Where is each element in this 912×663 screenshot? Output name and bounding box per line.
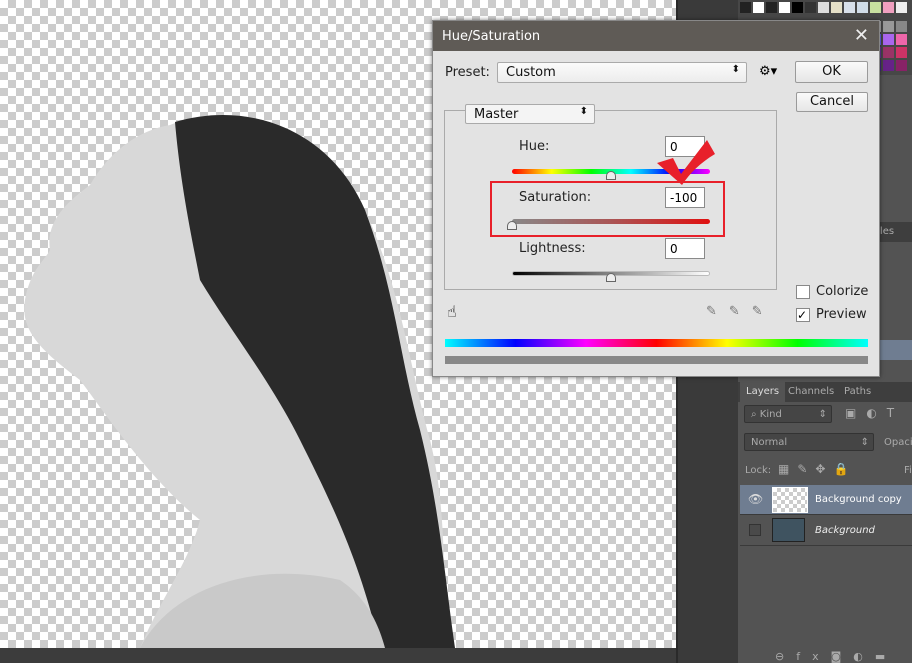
color-swatch[interactable] xyxy=(805,2,816,13)
close-icon[interactable]: ✕ xyxy=(854,25,869,46)
color-swatch[interactable] xyxy=(896,34,907,45)
dialog-titlebar[interactable]: Hue/Saturation ✕ xyxy=(433,21,879,51)
eye-icon[interactable]: 👁 xyxy=(748,492,763,506)
filter-kind-select[interactable]: ⌕ Kind ⇕ xyxy=(744,405,832,423)
color-swatch[interactable] xyxy=(883,2,894,13)
layer-thumbnail xyxy=(772,487,808,513)
color-swatch[interactable] xyxy=(792,2,803,13)
color-swatch[interactable] xyxy=(883,34,894,45)
lightness-slider-thumb[interactable] xyxy=(606,273,616,282)
preview-label: Preview xyxy=(816,307,867,322)
blend-mode-label: Normal xyxy=(751,437,788,448)
color-swatch[interactable] xyxy=(831,2,842,13)
layer-thumbnail xyxy=(772,518,805,542)
output-color-bar xyxy=(445,356,868,364)
lock-icons[interactable]: ▦✎✥🔒 xyxy=(778,462,856,476)
color-swatch[interactable] xyxy=(818,2,829,13)
saturation-slider[interactable] xyxy=(512,219,710,224)
fill-label: Fi xyxy=(904,465,912,476)
channel-value: Master xyxy=(474,107,519,122)
color-swatch[interactable] xyxy=(844,2,855,13)
lightness-label: Lightness: xyxy=(519,241,586,256)
tab-layers[interactable]: Layers xyxy=(740,382,786,402)
tab-paths[interactable]: Paths xyxy=(838,382,877,402)
tab-channels[interactable]: Channels xyxy=(782,382,840,402)
preview-checkbox[interactable]: ✓ xyxy=(796,308,810,322)
color-swatch[interactable] xyxy=(896,2,907,13)
color-swatch[interactable] xyxy=(740,2,751,13)
layer-footer-icons[interactable]: ⊖fx◙◐▬ xyxy=(775,650,897,663)
gear-icon[interactable]: ⚙▾ xyxy=(759,64,777,79)
layer-name[interactable]: Background copy xyxy=(815,494,902,505)
filter-kind-label: Kind xyxy=(759,409,782,420)
color-swatch[interactable] xyxy=(896,21,907,32)
preset-select[interactable]: Custom ⬍ xyxy=(497,62,747,83)
color-swatch[interactable] xyxy=(896,60,907,71)
saturation-input[interactable]: -100 xyxy=(665,187,705,208)
blend-mode-select[interactable]: Normal ⇕ xyxy=(744,433,874,451)
color-swatch[interactable] xyxy=(779,2,790,13)
hue-label: Hue: xyxy=(519,139,550,154)
dialog-title: Hue/Saturation xyxy=(442,29,541,44)
color-swatch[interactable] xyxy=(883,60,894,71)
status-bar xyxy=(0,648,738,663)
hue-saturation-dialog: Hue/Saturation ✕ Preset: Custom ⬍ ⚙▾ OK Ca… xyxy=(432,20,880,377)
opacity-label: Opacit xyxy=(884,437,912,448)
eyedropper-icons[interactable]: ✎✎✎ xyxy=(706,304,775,319)
colorize-checkbox[interactable] xyxy=(796,285,810,299)
ok-button[interactable]: OK xyxy=(795,61,868,83)
cancel-button[interactable]: Cancel xyxy=(796,92,868,112)
color-swatch[interactable] xyxy=(883,47,894,58)
saturation-slider-thumb[interactable] xyxy=(507,221,517,230)
layer-row-background-copy[interactable]: 👁 Background copy xyxy=(740,485,912,515)
layers-panel-tabs: Layers Channels Paths xyxy=(738,382,912,402)
color-swatch[interactable] xyxy=(857,2,868,13)
visibility-toggle[interactable] xyxy=(749,524,761,536)
saturation-label: Saturation: xyxy=(519,190,592,205)
layer-row-background[interactable]: Background xyxy=(740,516,912,546)
input-color-bar xyxy=(445,339,868,347)
lock-label: Lock: xyxy=(745,465,772,476)
selected-style-row xyxy=(880,340,912,360)
filter-icons[interactable]: ▣◐T xyxy=(845,406,904,420)
color-swatch[interactable] xyxy=(896,47,907,58)
layer-name[interactable]: Background xyxy=(815,525,875,536)
targeted-adjustment-hand-icon[interactable]: ☝ xyxy=(447,302,457,321)
checkmark-annotation-icon xyxy=(657,140,715,185)
channel-select[interactable]: Master ⬍ xyxy=(465,104,595,124)
color-swatch[interactable] xyxy=(753,2,764,13)
lightness-input[interactable]: 0 xyxy=(665,238,705,259)
color-swatch[interactable] xyxy=(766,2,777,13)
hue-slider-thumb[interactable] xyxy=(606,171,616,180)
color-swatch[interactable] xyxy=(883,21,894,32)
color-swatch[interactable] xyxy=(870,2,881,13)
preset-value: Custom xyxy=(506,65,556,80)
preset-label: Preset: xyxy=(445,65,490,80)
colorize-label: Colorize xyxy=(816,284,869,299)
